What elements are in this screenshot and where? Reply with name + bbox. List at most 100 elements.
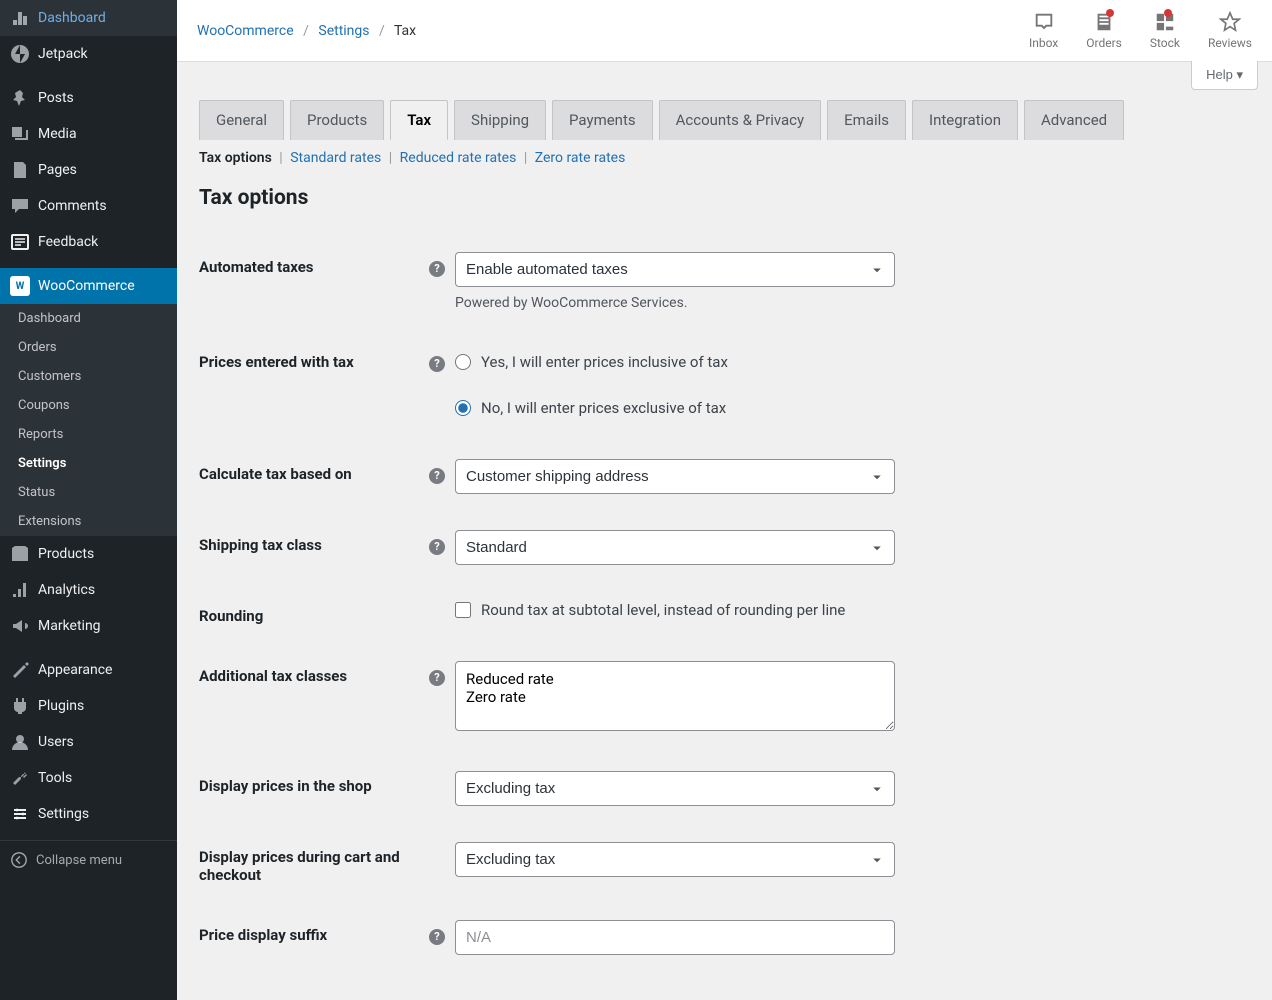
pages-icon — [10, 160, 30, 180]
select-display-shop[interactable]: Excluding tax — [455, 771, 895, 806]
sidebar-item-appearance[interactable]: Appearance — [0, 652, 177, 688]
radio-prices-exclusive[interactable]: No, I will enter prices exclusive of tax — [455, 393, 915, 423]
sidebar-item-woocommerce[interactable]: W WooCommerce — [0, 268, 177, 304]
sidebar-item-analytics[interactable]: Analytics — [0, 572, 177, 608]
sidebar-label: Jetpack — [38, 46, 88, 62]
tab-emails[interactable]: Emails — [827, 100, 906, 140]
submenu-status[interactable]: Status — [0, 478, 177, 507]
radio-prices-inclusive[interactable]: Yes, I will enter prices inclusive of ta… — [455, 347, 915, 377]
label-rounding: Rounding — [199, 601, 429, 625]
sidebar-label: Posts — [38, 90, 74, 106]
settings-icon — [10, 804, 30, 824]
sidebar-item-posts[interactable]: Posts — [0, 80, 177, 116]
tab-products[interactable]: Products — [290, 100, 384, 140]
sidebar-label: Comments — [38, 198, 107, 214]
tab-advanced[interactable]: Advanced — [1024, 100, 1124, 140]
inbox-icon — [1033, 11, 1055, 33]
sidebar-item-jetpack[interactable]: Jetpack — [0, 36, 177, 72]
sidebar-label: Marketing — [38, 618, 101, 634]
tab-shipping[interactable]: Shipping — [454, 100, 546, 140]
section-title: Tax options — [199, 186, 1250, 210]
select-display-cart[interactable]: Excluding tax — [455, 842, 895, 877]
sidebar-item-dashboard[interactable]: Dashboard — [0, 0, 177, 36]
feedback-icon — [10, 232, 30, 252]
sidebar-item-tools[interactable]: Tools — [0, 760, 177, 796]
notification-dot — [1164, 9, 1172, 17]
submenu-orders[interactable]: Orders — [0, 333, 177, 362]
select-automated-taxes[interactable]: Enable automated taxes — [455, 252, 895, 287]
label-additional-classes: Additional tax classes — [199, 661, 429, 685]
breadcrumb-settings[interactable]: Settings — [318, 23, 369, 39]
label-calculate-based: Calculate tax based on — [199, 459, 429, 483]
woocommerce-submenu: Dashboard Orders Customers Coupons Repor… — [0, 304, 177, 536]
textarea-additional-classes[interactable] — [455, 661, 895, 731]
help-tab[interactable]: Help ▾ — [1191, 61, 1258, 90]
comments-icon — [10, 196, 30, 216]
submenu-dashboard[interactable]: Dashboard — [0, 304, 177, 333]
label-shipping-tax: Shipping tax class — [199, 530, 429, 554]
select-shipping-tax[interactable]: Standard — [455, 530, 895, 565]
media-icon — [10, 124, 30, 144]
tab-integration[interactable]: Integration — [912, 100, 1018, 140]
appearance-icon — [10, 660, 30, 680]
breadcrumb: WooCommerce / Settings / Tax — [197, 23, 416, 39]
submenu-extensions[interactable]: Extensions — [0, 507, 177, 536]
submenu-settings[interactable]: Settings — [0, 449, 177, 478]
collapse-menu[interactable]: Collapse menu — [0, 840, 177, 879]
tab-tax[interactable]: Tax — [390, 100, 448, 140]
users-icon — [10, 732, 30, 752]
subtab-tax-options[interactable]: Tax options — [199, 150, 272, 166]
reviews-button[interactable]: Reviews — [1208, 11, 1252, 50]
sidebar-item-comments[interactable]: Comments — [0, 188, 177, 224]
admin-sidebar: Dashboard Jetpack Posts Media Pages Comm… — [0, 0, 177, 1000]
sub-tabs: Tax options | Standard rates | Reduced r… — [199, 150, 1250, 166]
tab-general[interactable]: General — [199, 100, 284, 140]
sidebar-label: WooCommerce — [38, 278, 135, 294]
sidebar-label: Users — [38, 734, 74, 750]
sidebar-label: Dashboard — [38, 10, 106, 26]
submenu-customers[interactable]: Customers — [0, 362, 177, 391]
sidebar-item-feedback[interactable]: Feedback — [0, 224, 177, 260]
help-icon[interactable]: ? — [429, 539, 445, 555]
breadcrumb-woocommerce[interactable]: WooCommerce — [197, 23, 294, 39]
help-icon[interactable]: ? — [429, 929, 445, 945]
sidebar-item-pages[interactable]: Pages — [0, 152, 177, 188]
submenu-coupons[interactable]: Coupons — [0, 391, 177, 420]
help-icon[interactable]: ? — [429, 356, 445, 372]
sidebar-item-media[interactable]: Media — [0, 116, 177, 152]
label-price-suffix: Price display suffix — [199, 920, 429, 944]
jetpack-icon — [10, 44, 30, 64]
woocommerce-icon: W — [10, 276, 30, 296]
reviews-icon — [1219, 11, 1241, 33]
tab-payments[interactable]: Payments — [552, 100, 653, 140]
checkbox-rounding[interactable]: Round tax at subtotal level, instead of … — [455, 601, 915, 619]
collapse-icon — [10, 851, 28, 869]
orders-button[interactable]: Orders — [1086, 11, 1122, 50]
sidebar-item-users[interactable]: Users — [0, 724, 177, 760]
help-icon[interactable]: ? — [429, 670, 445, 686]
tab-accounts[interactable]: Accounts & Privacy — [659, 100, 821, 140]
sidebar-label: Tools — [38, 770, 72, 786]
subtab-zero-rates[interactable]: Zero rate rates — [535, 150, 626, 166]
desc-automated-taxes: Powered by WooCommerce Services. — [455, 295, 915, 311]
sidebar-label: Media — [38, 126, 77, 142]
select-calculate-based[interactable]: Customer shipping address — [455, 459, 895, 494]
sidebar-item-plugins[interactable]: Plugins — [0, 688, 177, 724]
breadcrumb-current: Tax — [394, 23, 416, 39]
input-price-suffix[interactable] — [455, 920, 895, 955]
sidebar-item-settings[interactable]: Settings — [0, 796, 177, 832]
label-prices-entered: Prices entered with tax — [199, 347, 429, 371]
sidebar-label: Feedback — [38, 234, 98, 250]
subtab-reduced-rates[interactable]: Reduced rate rates — [400, 150, 517, 166]
inbox-button[interactable]: Inbox — [1029, 11, 1058, 50]
sidebar-item-products[interactable]: Products — [0, 536, 177, 572]
sidebar-label: Plugins — [38, 698, 84, 714]
sidebar-item-marketing[interactable]: Marketing — [0, 608, 177, 644]
stock-button[interactable]: Stock — [1150, 11, 1180, 50]
marketing-icon — [10, 616, 30, 636]
submenu-reports[interactable]: Reports — [0, 420, 177, 449]
help-icon[interactable]: ? — [429, 261, 445, 277]
sidebar-label: Products — [38, 546, 94, 562]
help-icon[interactable]: ? — [429, 468, 445, 484]
subtab-standard-rates[interactable]: Standard rates — [290, 150, 381, 166]
